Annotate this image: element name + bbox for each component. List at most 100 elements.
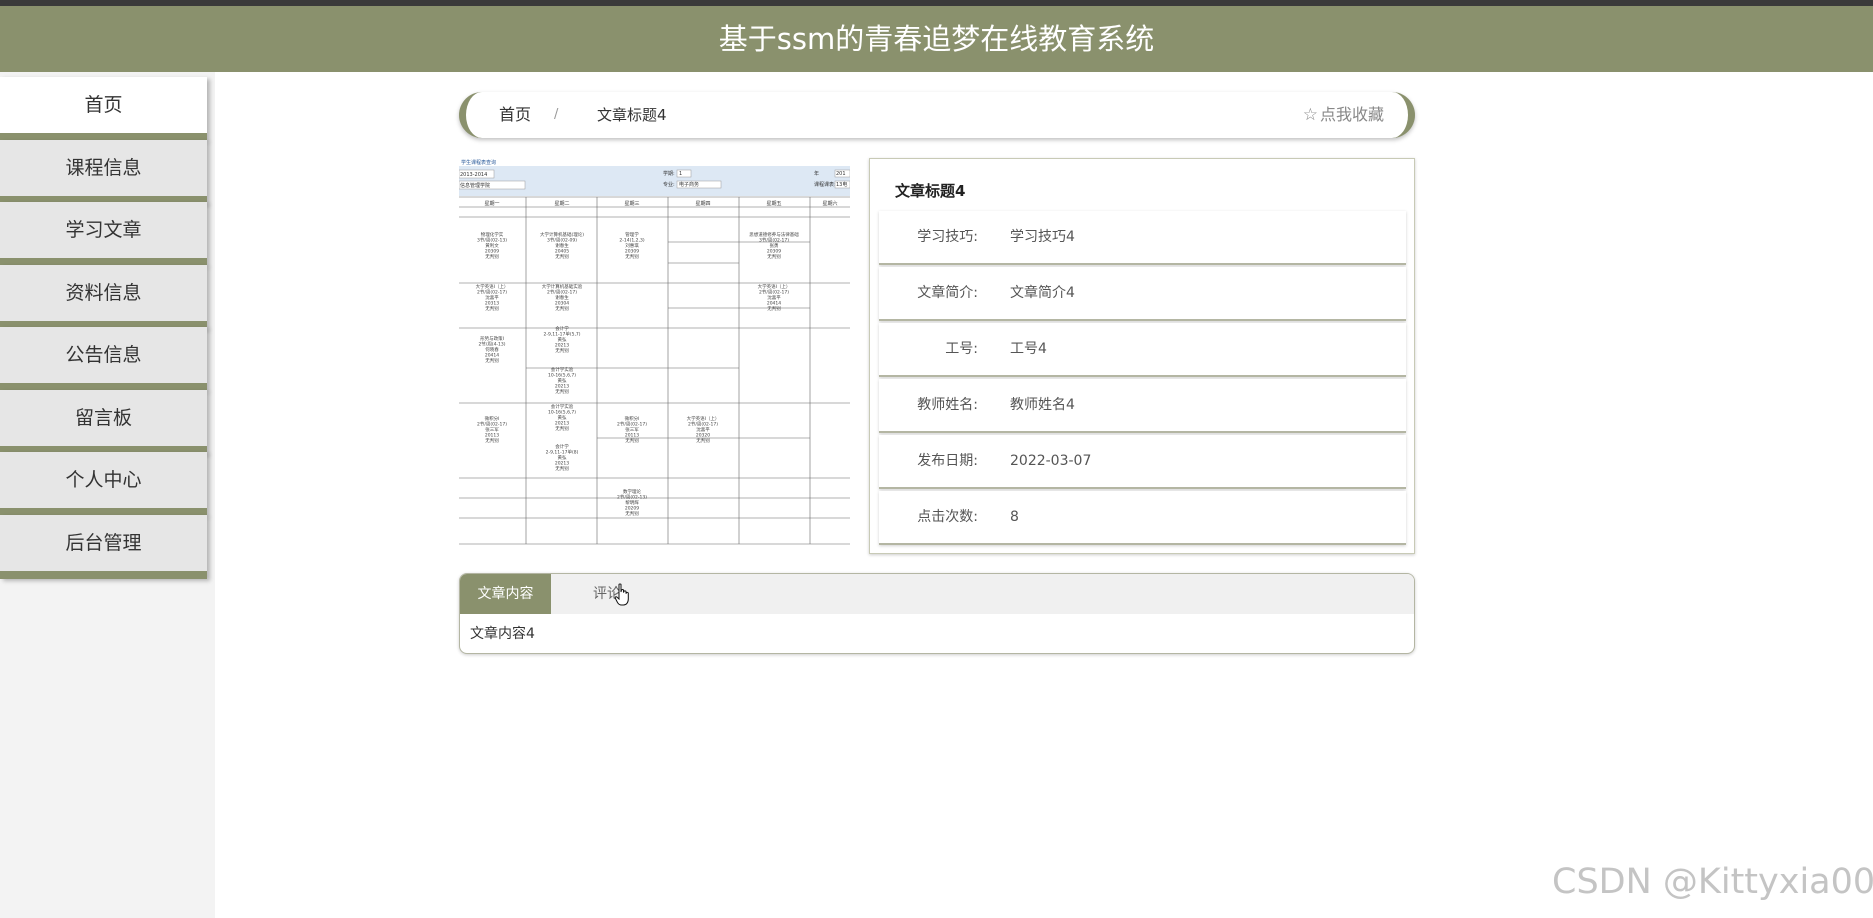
timetable-entry-line: 20405 <box>555 249 569 255</box>
timetable-entry-line: 无判别 <box>625 510 639 517</box>
favorite-button[interactable]: ☆ 点我收藏 <box>1303 92 1384 138</box>
schedule-label: 课程课表: <box>814 181 836 188</box>
breadcrumb-home-link[interactable]: 首页 <box>499 92 531 138</box>
timetable-entry-line: 大学计算机基础(理论) <box>540 231 584 238</box>
sidebar-item-home[interactable]: 首页 <box>0 77 207 141</box>
schedule-value: 13电 <box>836 181 847 188</box>
breadcrumb-current: 文章标题4 <box>597 106 667 124</box>
detail-value: 学习技巧4 <box>1010 229 1075 245</box>
timetable-entry-line: 20213 <box>555 343 569 349</box>
timetable-entry-line: 2节/周(02-17) <box>547 290 577 296</box>
detail-value: 2022-03-07 <box>1010 453 1092 469</box>
grade-value: 201 <box>836 171 846 177</box>
article-detail-panel: 文章标题4 学习技巧: 学习技巧4 文章简介: 文章简介4 工号: 工号4 教师… <box>869 158 1415 554</box>
detail-label: 文章简介: <box>917 285 978 301</box>
timetable-entry-line: 2节/周(02-17) <box>688 422 718 428</box>
breadcrumb-separator: / <box>554 107 559 122</box>
timetable-entry-line: 黄利文 <box>485 242 499 249</box>
sidebar-item-materials[interactable]: 资料信息 <box>0 265 207 329</box>
detail-value: 教师姓名4 <box>1010 397 1075 413</box>
sidebar-item-message-board[interactable]: 留言板 <box>0 390 207 454</box>
timetable-entry-line: 会计学实验 <box>551 366 574 373</box>
tab-content: 文章内容4 <box>470 626 535 642</box>
timetable-entry-line: 思想道德修养与法律基础 <box>749 231 799 238</box>
timetable-entry-line: 刘惠琪 <box>625 242 639 249</box>
timetable-entry-line: 会计学实验 <box>551 403 574 410</box>
timetable-entry-line: 2节/周(02-17) <box>617 422 647 428</box>
sidebar: 首页 课程信息 学习文章 资料信息 公告信息 留言板 个人中心 后台管理 <box>0 72 215 918</box>
detail-label: 教师姓名: <box>917 397 978 413</box>
timetable-entry-line: 物理化学实 <box>481 231 504 238</box>
college-select: 信息管理学院 <box>460 182 490 189</box>
detail-label: 学习技巧: <box>917 229 978 245</box>
tab-article-content[interactable]: 文章内容 <box>460 574 551 614</box>
day-header: 星期四 <box>695 201 710 207</box>
timetable-entry-line: 大学计算机基础实验 <box>542 283 583 290</box>
hand-cursor-icon <box>614 583 629 606</box>
sidebar-item-admin[interactable]: 后台管理 <box>0 515 207 579</box>
timetable-entry-line: 20309 <box>767 249 781 255</box>
sidebar-item-notices[interactable]: 公告信息 <box>0 327 207 391</box>
timetable-entry-line: 无判别 <box>555 425 569 432</box>
timetable-entry-line: 沈喜平 <box>485 294 499 301</box>
timetable-entry-line: 无判别 <box>555 465 569 472</box>
star-outline-icon: ☆ <box>1302 105 1318 125</box>
article-title: 文章标题4 <box>895 182 966 200</box>
timetable-entry-line: 无判别 <box>767 305 781 312</box>
term-label: 学期: <box>663 170 675 177</box>
detail-value: 工号4 <box>1010 341 1047 357</box>
day-header: 星期五 <box>766 201 781 207</box>
timetable-screenshot: 学生课程表查询 2013-2014 信息管理学院 学期: 1 专业: 电子商务 … <box>459 158 850 546</box>
year-select: 2013-2014 <box>460 172 487 178</box>
timetable-entry-line: 20309 <box>485 249 499 255</box>
detail-label: 发布日期: <box>917 453 978 469</box>
timetable-entry-line: 无判别 <box>485 357 499 364</box>
favorite-label: 点我收藏 <box>1319 105 1384 124</box>
timetable-entry-line: 何晓春 <box>485 346 499 353</box>
detail-row-study-tips: 学习技巧: 学习技巧4 <box>879 211 1406 265</box>
timetable-entry-line: 20213 <box>555 384 569 390</box>
timetable-entry-line: 黄弘 <box>558 454 567 461</box>
timetable-entry-line: 2节/周(4-13) <box>478 342 505 348</box>
timetable-entry-line: 无判别 <box>555 388 569 395</box>
timetable-entry-line: 无判别 <box>485 305 499 312</box>
timetable-entry-line: 20113 <box>485 433 499 439</box>
timetable-entry-line: 无判别 <box>485 437 499 444</box>
timetable-entry-line: 微积分I <box>485 415 500 422</box>
detail-label: 点击次数: <box>917 509 978 525</box>
timetable-entry-line: 2-14(1,2,3) <box>619 238 644 244</box>
timetable-entry-line: 无判别 <box>696 437 710 444</box>
timetable-entry-line: 10-16(5,6,7) <box>548 410 576 416</box>
timetable-entry-line: 20309 <box>625 249 639 255</box>
timetable-entry-line: 管理学 <box>625 231 639 238</box>
detail-row-teacher-name: 教师姓名: 教师姓名4 <box>879 379 1406 433</box>
timetable-entry-line: 20113 <box>625 433 639 439</box>
sidebar-item-profile[interactable]: 个人中心 <box>0 452 207 516</box>
sidebar-item-articles[interactable]: 学习文章 <box>0 202 207 266</box>
timetable-entry-line: 张三军 <box>485 426 499 433</box>
timetable-entry-line: 张勇 <box>770 242 779 249</box>
timetable-entry-line: 大学英语I（上） <box>687 415 720 422</box>
term-select: 1 <box>679 171 682 177</box>
timetable-entry-line: 3节/周(02-09) <box>547 238 577 244</box>
page-header: 基于ssm的青春追梦在线教育系统 <box>0 6 1873 72</box>
timetable-entry-line: 谢春生 <box>555 242 569 249</box>
timetable-entry-line: 20414 <box>485 353 499 359</box>
timetable-entry-line: 无判别 <box>555 305 569 312</box>
timetable-entry-line: 20414 <box>767 301 781 307</box>
sidebar-item-courses[interactable]: 课程信息 <box>0 140 207 204</box>
timetable-entry-line: 2-9,11-17单(5,7) <box>543 331 580 338</box>
detail-value: 8 <box>1010 509 1019 525</box>
article-cover-image: 学生课程表查询 2013-2014 信息管理学院 学期: 1 专业: 电子商务 … <box>459 158 850 546</box>
timetable-entry-line: 黄弘 <box>558 336 567 343</box>
tab-bar: 文章内容 评论 <box>460 574 1414 614</box>
timetable-entry-line: 2节/周(02-17) <box>759 290 789 296</box>
timetable-entry-line: 20313 <box>485 301 499 307</box>
timetable-entry-line: 2节/周(02-17) <box>477 290 507 296</box>
timetable-entry-line: 无判别 <box>555 253 569 260</box>
timetable-entry-line: 会计学 <box>555 325 569 332</box>
timetable-entry-line: 黄弘 <box>558 414 567 421</box>
article-tabs: 文章内容 评论 文章内容4 <box>459 573 1415 654</box>
timetable-entry-line: 2节/周(02-13) <box>617 495 647 501</box>
timetable-entry-line: 无判别 <box>485 253 499 260</box>
